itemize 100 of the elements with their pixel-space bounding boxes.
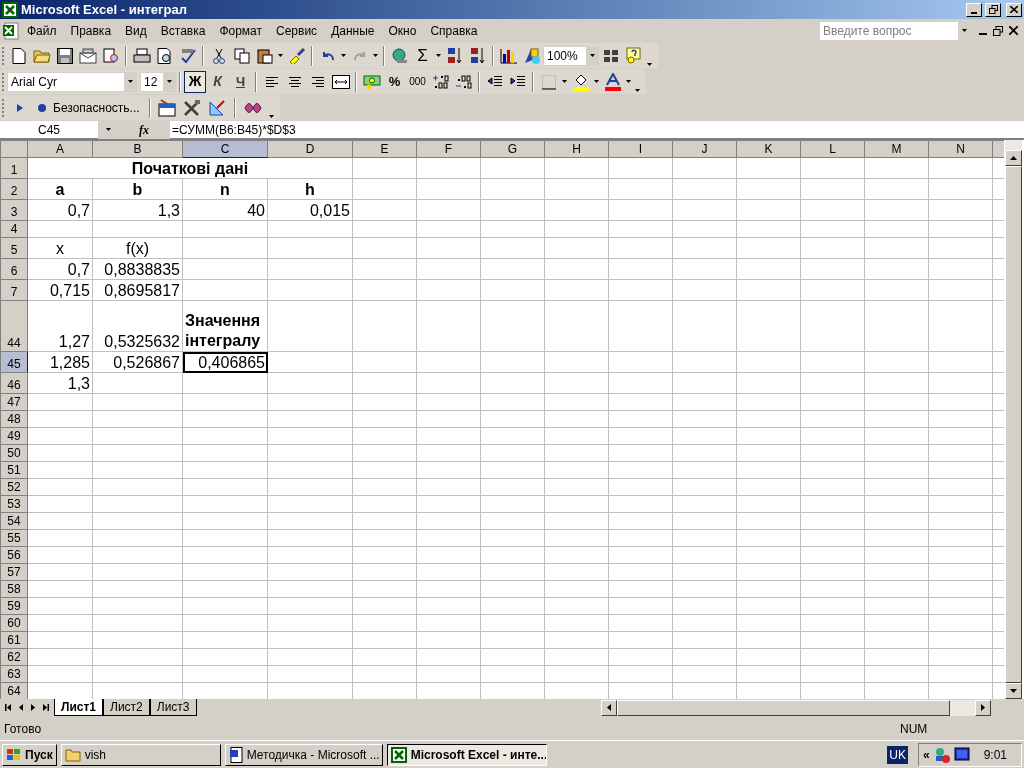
zoom-field[interactable]: 100%	[543, 45, 599, 66]
table-cell[interactable]: 0,7	[27, 258, 93, 280]
font-field[interactable]: Arial Cyr	[7, 71, 137, 92]
table-cell[interactable]: 0,526867	[92, 351, 183, 373]
menu-item[interactable]: Формат	[212, 21, 270, 40]
table-cell[interactable]: 1,3	[27, 372, 93, 394]
column-header[interactable]: C	[182, 140, 268, 158]
taskbar-button[interactable]: vish	[60, 743, 221, 766]
menu-item[interactable]: Сервис	[269, 21, 325, 40]
security-button[interactable]: Безопасность...	[33, 96, 144, 119]
horizontal-scrollbar[interactable]	[600, 699, 991, 716]
column-header[interactable]: B	[92, 140, 183, 158]
table-cell[interactable]: 0,8695817	[92, 279, 183, 301]
table-cell[interactable]: f(x)	[92, 237, 183, 259]
scroll-down-button[interactable]	[1005, 683, 1022, 699]
column-header[interactable]: D	[267, 140, 353, 158]
column-header[interactable]: L	[800, 140, 865, 158]
column-header[interactable]: H	[544, 140, 609, 158]
fill-color-icon	[571, 72, 590, 91]
start-button[interactable]: Пуск	[2, 743, 57, 766]
column-header[interactable]: N	[928, 140, 993, 158]
align-left-icon	[264, 75, 279, 88]
column-header[interactable]: F	[416, 140, 481, 158]
menu-item[interactable]: Справка	[423, 21, 485, 40]
table-cell[interactable]: x	[27, 237, 93, 259]
caret-icon	[373, 54, 378, 57]
taskbar-button[interactable]: Microsoft Excel - инте...	[386, 743, 547, 766]
menu-item[interactable]: Файл	[20, 21, 64, 40]
control-toolbox-button[interactable]	[155, 96, 179, 119]
insert-function-button[interactable]: fx	[139, 120, 149, 139]
column-header[interactable]: M	[864, 140, 929, 158]
table-cell[interactable]: Значення інтегралу	[182, 300, 268, 352]
restore-button[interactable]	[985, 2, 1001, 17]
vertical-scrollbar[interactable]	[1005, 140, 1022, 699]
font-size-field[interactable]: 12	[140, 71, 176, 92]
indent-icon	[509, 74, 526, 89]
row-header[interactable]: 3	[0, 199, 28, 221]
caret-icon	[647, 62, 652, 66]
percent-button[interactable]: %	[383, 70, 406, 93]
row-header[interactable]: 45	[0, 351, 28, 373]
excel-icon	[390, 746, 407, 763]
table-cell[interactable]: 1,27	[27, 300, 93, 352]
table-cell[interactable]: 0,406865	[182, 351, 268, 373]
row-header[interactable]: 2	[0, 178, 28, 200]
play-icon	[16, 102, 24, 113]
table-cell[interactable]: b	[92, 178, 183, 200]
table-cell[interactable]: 0,5325632	[92, 300, 183, 352]
record-icon	[37, 102, 47, 113]
sheet-tab[interactable]: Лист2	[103, 699, 150, 716]
column-header[interactable]: A	[27, 140, 93, 158]
column-header[interactable]: K	[736, 140, 801, 158]
sheet-tab[interactable]: Лист3	[149, 699, 197, 716]
row-header[interactable]: 6	[0, 258, 28, 280]
caret-icon	[166, 80, 172, 83]
redo-icon	[352, 49, 367, 62]
italic-button[interactable]: К	[206, 70, 229, 93]
thousands-button[interactable]: 000	[406, 70, 429, 93]
table-cell[interactable]: n	[182, 178, 268, 200]
row-header[interactable]: 1	[0, 157, 28, 179]
menu-item[interactable]: Вставка	[153, 21, 213, 40]
table-cell[interactable]: 0,715	[27, 279, 93, 301]
table-cell[interactable]: 1,3	[92, 199, 183, 221]
bold-button[interactable]: Ж	[184, 70, 206, 93]
taskbar-button[interactable]: Методичка - Microsoft ...	[224, 743, 383, 766]
align-center-icon	[287, 75, 302, 88]
row-header[interactable]: 46	[0, 372, 28, 394]
table-cell[interactable]: 0,8838835	[92, 258, 183, 280]
table-cell[interactable]: h	[267, 178, 353, 200]
help-search-field[interactable]: Введите вопрос	[819, 20, 971, 41]
table-cell[interactable]: a	[27, 178, 93, 200]
table-cell[interactable]: 0,7	[27, 199, 93, 221]
underline-button[interactable]: Ч	[229, 70, 252, 93]
table-cell[interactable]: 0,015	[267, 199, 353, 221]
menu-item[interactable]: Данные	[324, 21, 382, 40]
menu-item[interactable]: Правка	[63, 21, 119, 40]
autosum-button[interactable]: Σ	[411, 44, 434, 67]
column-header[interactable]: E	[352, 140, 417, 158]
formula-field[interactable]: =СУММ(B6:B45)*$D$3	[170, 120, 1024, 139]
menu-item[interactable]: Вид	[118, 21, 154, 40]
menu-item[interactable]: Окно	[381, 21, 424, 40]
show-hidden-icons-button[interactable]: «	[922, 745, 930, 764]
row-header[interactable]: 7	[0, 279, 28, 301]
currency-icon	[362, 73, 381, 90]
column-header[interactable]: J	[672, 140, 737, 158]
close-button[interactable]	[1006, 2, 1022, 17]
sheet-tab[interactable]: Лист1	[54, 699, 104, 716]
column-header[interactable]: I	[608, 140, 673, 158]
row-header[interactable]: 44	[0, 300, 28, 352]
table-cell[interactable]: Початкові дані	[27, 157, 353, 179]
column-header[interactable]: G	[480, 140, 545, 158]
language-indicator[interactable]: UK	[887, 745, 908, 764]
scroll-up-button[interactable]	[1005, 150, 1022, 166]
scroll-left-button[interactable]	[600, 699, 617, 716]
scroll-right-button[interactable]	[974, 699, 991, 716]
table-cell[interactable]: 40	[182, 199, 268, 221]
name-box[interactable]: C45	[0, 120, 118, 139]
minimize-button[interactable]	[966, 2, 982, 17]
row-header[interactable]: 5	[0, 237, 28, 259]
caret-icon	[268, 114, 274, 118]
table-cell[interactable]: 1,285	[27, 351, 93, 373]
